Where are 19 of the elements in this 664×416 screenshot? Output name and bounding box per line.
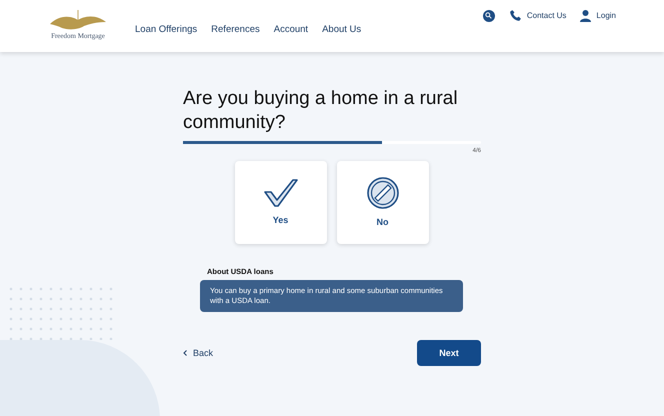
answer-option[interactable]: No	[336, 161, 428, 244]
nav-link[interactable]: Loan Offerings	[135, 23, 198, 38]
search-icon	[485, 12, 492, 19]
back-link[interactable]: Back	[183, 346, 214, 360]
contact-link[interactable]: Contact Us	[508, 9, 566, 22]
search-button[interactable]	[482, 10, 495, 22]
question-heading: Are you buying a home in a rural community?	[183, 87, 459, 135]
checkmark-icon	[262, 178, 298, 208]
next-button[interactable]: Next	[417, 340, 481, 366]
nav-link[interactable]: Account	[274, 23, 308, 38]
eagle-logo-icon	[48, 10, 108, 32]
chevron-left-icon	[183, 350, 187, 356]
answer-option[interactable]: Yes	[234, 161, 326, 244]
phone-icon	[508, 9, 522, 22]
login-link[interactable]: Login	[580, 10, 616, 22]
nav-link[interactable]: References	[211, 23, 260, 38]
user-icon	[580, 10, 592, 22]
nav-link[interactable]: About Us	[322, 23, 362, 38]
prohibited-icon	[366, 176, 400, 210]
